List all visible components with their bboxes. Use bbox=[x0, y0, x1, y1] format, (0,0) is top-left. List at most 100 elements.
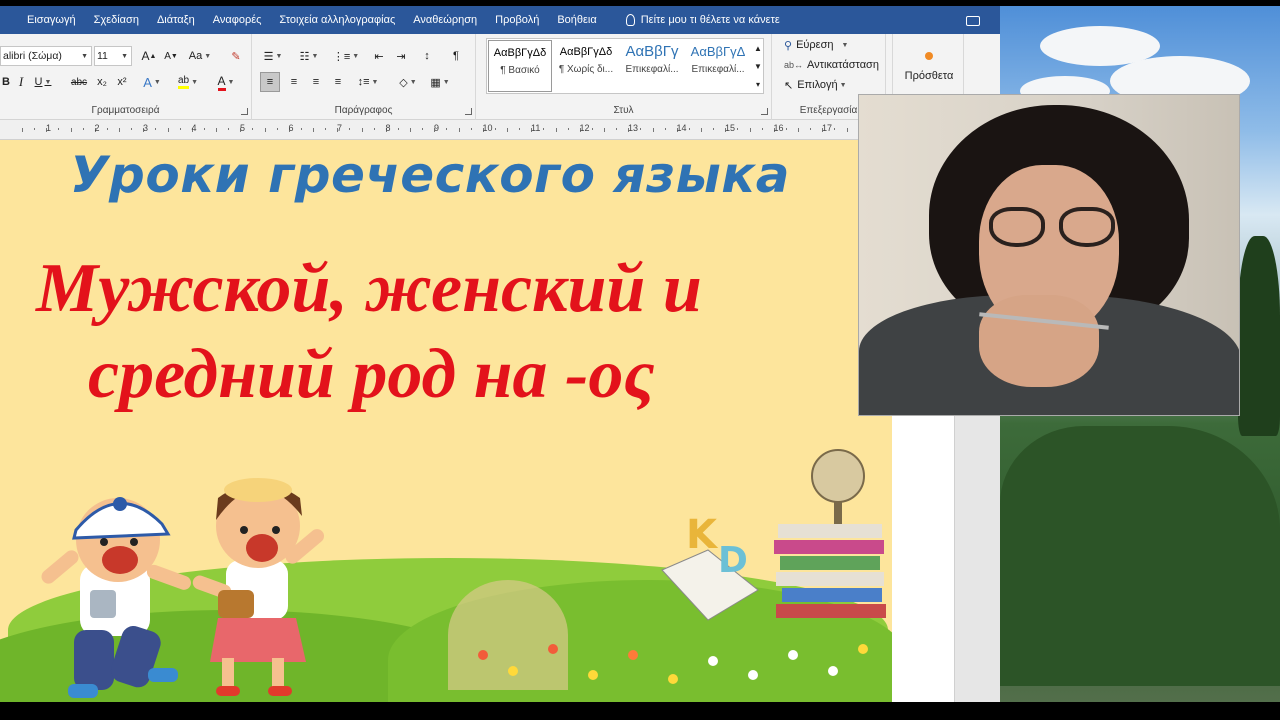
superscript-button[interactable]: x² bbox=[114, 72, 130, 92]
ruler-tick bbox=[216, 128, 217, 132]
tab-references[interactable]: Αναφορές bbox=[204, 14, 271, 26]
underline-button[interactable]: U ▼ bbox=[32, 72, 54, 92]
document-subtitle: Мужской, женский и средний род на -ος bbox=[36, 246, 866, 418]
tab-layout[interactable]: Διάταξη bbox=[148, 14, 204, 26]
justify-icon[interactable]: ≡ bbox=[328, 72, 348, 92]
ruler-number: 12 bbox=[579, 123, 590, 133]
bold-button[interactable]: B bbox=[0, 72, 12, 92]
clear-formatting-icon[interactable]: ✎ bbox=[226, 46, 246, 66]
addins-button[interactable]: Πρόσθετα bbox=[893, 66, 965, 86]
dialog-launcher-icon[interactable] bbox=[465, 108, 472, 115]
ruler-tick bbox=[410, 128, 411, 132]
document-page[interactable]: Уроки греческого языка Мужской, женский … bbox=[0, 140, 892, 702]
ruler-tick bbox=[834, 128, 836, 130]
align-left-icon[interactable]: ≡ bbox=[260, 72, 280, 92]
ruler-tick bbox=[397, 128, 399, 130]
font-name-box[interactable]: alibri (Σώμα) ▼ bbox=[0, 46, 92, 66]
ruler-tick bbox=[82, 128, 84, 130]
dialog-launcher-icon[interactable] bbox=[761, 108, 768, 115]
shrink-font-button[interactable]: A ▼ bbox=[162, 46, 180, 66]
svg-text:D: D bbox=[718, 540, 748, 581]
numbering-button[interactable]: ☷ ▼ bbox=[296, 46, 322, 66]
line-spacing-icon: ↕≡ bbox=[357, 76, 370, 88]
ruler-tick bbox=[543, 128, 545, 130]
ruler-tick bbox=[252, 128, 254, 130]
style-normal[interactable]: AαBβΓγΔδ ¶ Βασικό bbox=[488, 40, 552, 92]
flower bbox=[858, 644, 868, 654]
borders-button[interactable]: ▦ ▼ bbox=[426, 72, 454, 92]
dialog-launcher-icon[interactable] bbox=[241, 108, 248, 115]
ruler-tick bbox=[446, 128, 448, 130]
ruler-number: 1 bbox=[46, 123, 52, 133]
align-right-icon[interactable]: ≡ bbox=[306, 72, 326, 92]
select-button[interactable]: ↖ Επιλογή ▼ bbox=[784, 76, 847, 94]
style-preview: AαBβΓγΔδ bbox=[493, 47, 547, 59]
style-name: ¶ Χωρίς δι... bbox=[558, 64, 614, 75]
sort-icon[interactable]: ↕ bbox=[418, 46, 436, 66]
ruler-tick bbox=[300, 128, 302, 130]
strikethrough-button[interactable]: abc bbox=[68, 72, 90, 92]
find-button[interactable]: ⚲ Εύρεση ▼ bbox=[784, 36, 848, 54]
tab-help[interactable]: Βοήθεια bbox=[548, 14, 605, 26]
decrease-indent-icon[interactable]: ⇤ bbox=[370, 46, 388, 66]
tab-insert[interactable]: Εισαγωγή bbox=[18, 14, 85, 26]
ruler-tick bbox=[313, 128, 314, 132]
font-group-label: Γραμματοσειρά bbox=[91, 105, 160, 116]
ruler-tick bbox=[761, 128, 763, 130]
tab-mailings[interactable]: Στοιχεία αλληλογραφίας bbox=[270, 14, 404, 26]
shading-button[interactable]: ◇ ▼ bbox=[394, 72, 422, 92]
ruler-tick bbox=[507, 128, 508, 132]
ruler-number: 8 bbox=[385, 123, 391, 133]
grow-font-button[interactable]: A ▲ bbox=[140, 46, 158, 66]
document-area: Уроки греческого языка Мужской, женский … bbox=[0, 140, 1000, 702]
highlight-button[interactable]: ab ▼ bbox=[174, 72, 202, 92]
ruler-tick bbox=[737, 128, 739, 130]
comments-icon[interactable] bbox=[966, 16, 980, 26]
increase-indent-icon[interactable]: ⇥ bbox=[392, 46, 410, 66]
italic-button[interactable]: I bbox=[14, 72, 28, 92]
cursor-icon: ↖ bbox=[784, 79, 794, 92]
tab-review[interactable]: Αναθεώρηση bbox=[404, 14, 486, 26]
ruler-tick bbox=[22, 128, 23, 132]
styles-scroll-down-icon[interactable]: ▼ bbox=[752, 58, 764, 74]
search-icon: ⚲ bbox=[784, 39, 793, 52]
trees bbox=[1000, 426, 1280, 686]
ruler-number: 2 bbox=[94, 123, 100, 133]
paragraph-group: ☰ ▼ ☷ ▼ ⋮≡ ▼ ⇤ ⇥ ↕ ¶ ≡ ≡ ≡ ≡ ↕≡ ▼ ◇ ▼ ▦ ▼ Παρά… bbox=[252, 34, 476, 120]
align-center-icon[interactable]: ≡ bbox=[284, 72, 304, 92]
tell-me-box[interactable]: Πείτε μου τι θέλετε να κάνετε bbox=[625, 14, 780, 26]
ruler-tick bbox=[713, 128, 715, 130]
ruler-tick bbox=[119, 128, 120, 132]
replace-button[interactable]: ab↔ Αντικατάσταση bbox=[784, 56, 879, 74]
font-size-box[interactable]: 11 ▼ bbox=[94, 46, 132, 66]
subtitle-line-2: средний род на -ος bbox=[88, 336, 655, 413]
styles-scroll-up-icon[interactable]: ▲ bbox=[752, 40, 764, 56]
font-color-button[interactable]: A ▼ bbox=[212, 72, 240, 92]
ruler-tick bbox=[276, 128, 278, 130]
borders-icon: ▦ bbox=[430, 76, 441, 89]
show-formatting-button[interactable]: ¶ bbox=[448, 46, 464, 66]
ruler-tick bbox=[519, 128, 521, 130]
style-no-spacing[interactable]: AαBβΓγΔδ ¶ Χωρίς δι... bbox=[554, 40, 618, 92]
ribbon: alibri (Σώμα) ▼ 11 ▼ A ▲ A ▼ Aa ▼ ✎ B I U ▼ ab… bbox=[0, 34, 1000, 120]
styles-more-icon[interactable]: ▾ bbox=[752, 76, 764, 92]
multilevel-list-button[interactable]: ⋮≡ ▼ bbox=[332, 46, 360, 66]
style-heading-2[interactable]: AαBβΓγΔ Επικεφαλί... bbox=[686, 40, 750, 92]
subscript-button[interactable]: x₂ bbox=[94, 72, 110, 92]
ruler-tick bbox=[652, 128, 654, 132]
tab-view[interactable]: Προβολή bbox=[486, 14, 548, 26]
ruler-tick bbox=[458, 128, 460, 132]
bullets-button[interactable]: ☰ ▼ bbox=[260, 46, 286, 66]
tree bbox=[1238, 236, 1280, 436]
style-heading-1[interactable]: AαBβΓγ Επικεφαλί... bbox=[620, 40, 684, 92]
ruler-tick bbox=[349, 128, 351, 130]
text-effects-button[interactable]: A ▼ bbox=[140, 72, 164, 92]
screen: Εισαγωγή Σχεδίαση Διάταξη Αναφορές Στοιχ… bbox=[0, 0, 1280, 720]
ruler-tick bbox=[34, 128, 36, 130]
line-spacing-button[interactable]: ↕≡ ▼ bbox=[354, 72, 382, 92]
ruler-tick bbox=[798, 128, 799, 132]
flower bbox=[708, 656, 718, 666]
ruler-number: 6 bbox=[288, 123, 294, 133]
change-case-button[interactable]: Aa ▼ bbox=[186, 46, 214, 66]
tab-design[interactable]: Σχεδίαση bbox=[85, 14, 148, 26]
